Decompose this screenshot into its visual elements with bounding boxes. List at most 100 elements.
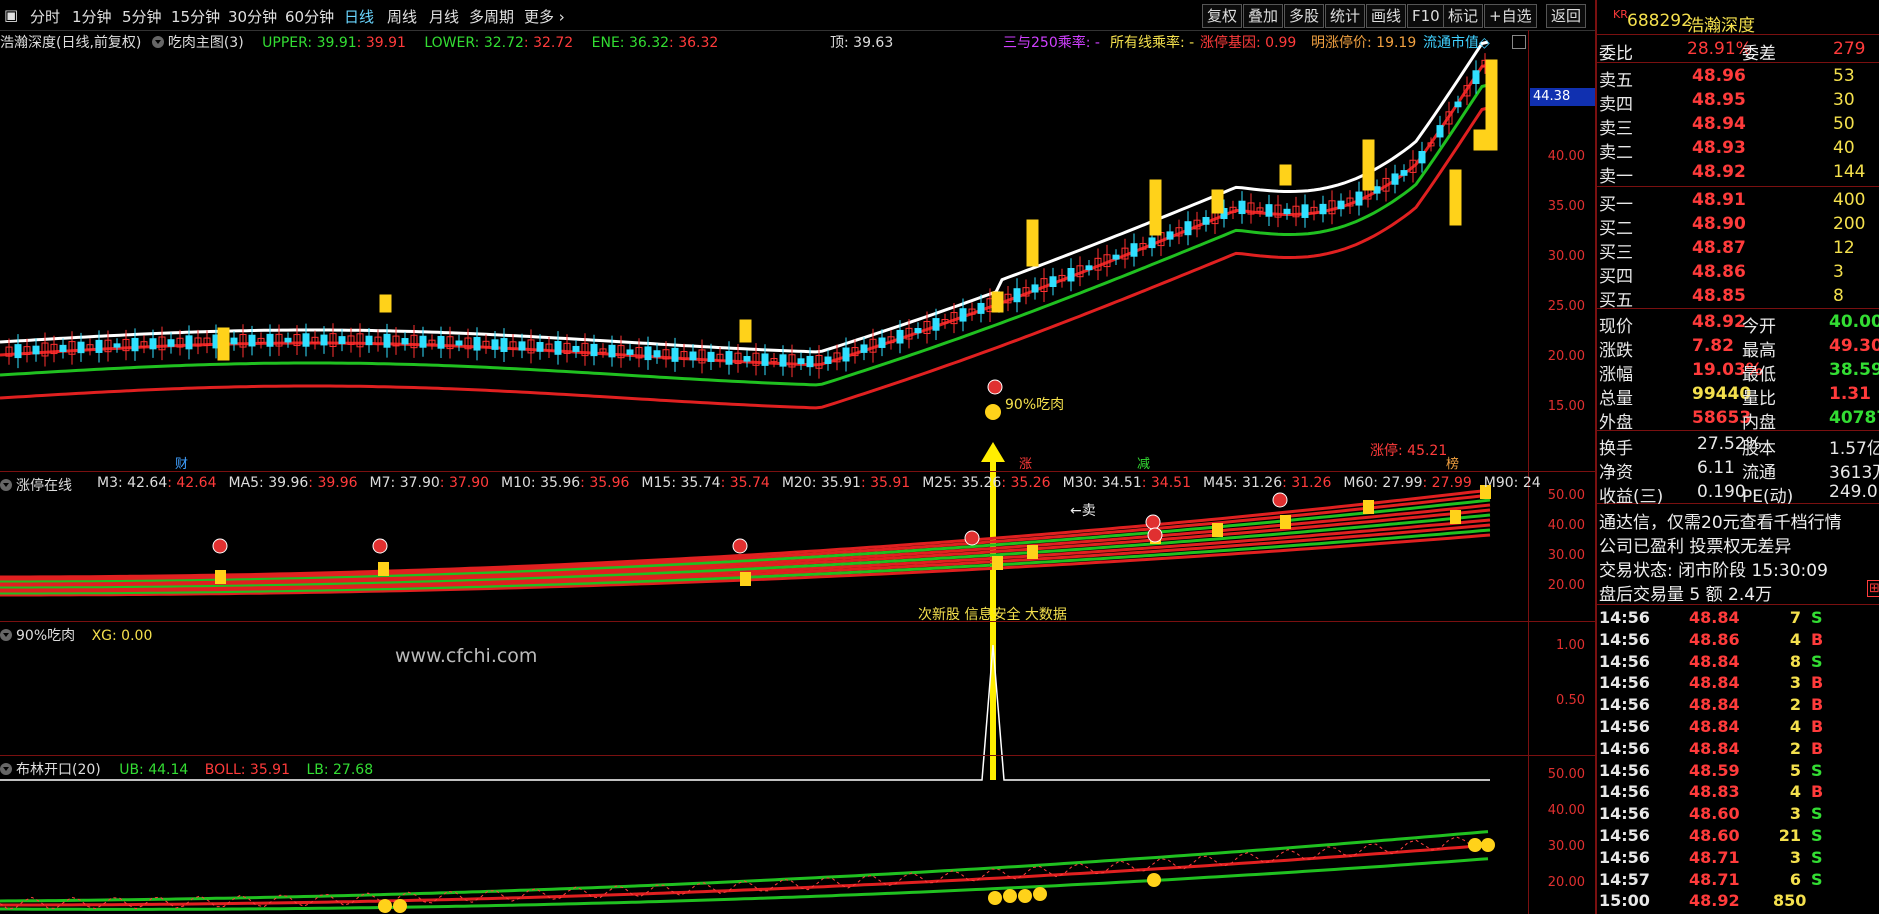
chart-canvas[interactable] bbox=[0, 30, 1595, 914]
tab-weekly[interactable]: 周线 bbox=[387, 6, 417, 27]
y-tick: 20.00 bbox=[1547, 578, 1585, 593]
tick-time: 14:56 bbox=[1599, 760, 1650, 780]
multi-stock-button[interactable]: 多股 bbox=[1284, 4, 1325, 28]
tick-row[interactable]: 14:56 48.84 8 S bbox=[1597, 651, 1879, 673]
y-tick: 1.00 bbox=[1556, 638, 1585, 653]
tick-price: 48.71 bbox=[1689, 869, 1740, 889]
bid-row[interactable]: 买二 48.90 200 bbox=[1597, 212, 1879, 239]
add-favorite-button[interactable]: +自选 bbox=[1484, 4, 1537, 28]
bid-price: 48.86 bbox=[1692, 262, 1746, 282]
tab-30min[interactable]: 30分钟 bbox=[228, 6, 277, 27]
stock-header: KR 688292 浩瀚深度 bbox=[1597, 6, 1879, 36]
tick-row[interactable]: 14:56 48.60 3 S bbox=[1597, 803, 1879, 825]
ask-row[interactable]: 卖一 48.92 144 bbox=[1597, 160, 1879, 187]
bid-row[interactable]: 买四 48.86 3 bbox=[1597, 260, 1879, 287]
candle-body bbox=[1283, 208, 1291, 215]
tick-row[interactable]: 14:56 48.60 21 S bbox=[1597, 825, 1879, 847]
stat-value: 0.190 bbox=[1697, 482, 1746, 502]
tick-row[interactable]: 14:56 48.84 4 B bbox=[1597, 716, 1879, 738]
tick-row[interactable]: 14:57 48.71 6 S bbox=[1597, 869, 1879, 891]
limit-up-candle bbox=[1485, 59, 1498, 151]
tick-time: 14:56 bbox=[1599, 782, 1650, 802]
panel-divider bbox=[0, 621, 1595, 622]
candle-body bbox=[95, 339, 103, 353]
collapse-icon[interactable] bbox=[1512, 35, 1526, 49]
tab-more[interactable]: 更多 › bbox=[524, 6, 565, 27]
chart-area[interactable]: 浩瀚深度(日线,前复权) 吃肉主图(3) UPPER: 39.91: 39.91… bbox=[0, 30, 1596, 914]
adjust-button[interactable]: 复权 bbox=[1202, 4, 1243, 28]
ma-value: : 37.90 bbox=[439, 475, 490, 491]
separator bbox=[1597, 186, 1879, 187]
indicator-name[interactable]: 吃肉主图(3) bbox=[168, 35, 244, 51]
tick-row[interactable]: 14:56 48.84 2 B bbox=[1597, 738, 1879, 760]
bid-row[interactable]: 买三 48.87 12 bbox=[1597, 236, 1879, 263]
notice-row[interactable]: 通达信，仅需20元查看千档行情 bbox=[1597, 506, 1879, 533]
tab-multi-period[interactable]: 多周期 bbox=[469, 6, 514, 27]
dropdown-icon[interactable] bbox=[0, 479, 12, 491]
dropdown-icon[interactable] bbox=[0, 629, 12, 641]
main-legend: 浩瀚深度(日线,前复权) 吃肉主图(3) UPPER: 39.91: 39.91… bbox=[0, 32, 718, 52]
dropdown-icon[interactable] bbox=[151, 36, 164, 48]
tab-15min[interactable]: 15分钟 bbox=[171, 6, 220, 27]
candle-body bbox=[1454, 101, 1462, 108]
window-icon[interactable]: ▣ bbox=[4, 6, 18, 24]
tick-row[interactable]: 14:56 48.84 2 B bbox=[1597, 694, 1879, 716]
tick-row[interactable]: 15:00 48.92 850 bbox=[1597, 890, 1879, 912]
smiley-icon bbox=[985, 404, 1001, 420]
stat-value: 1.31 bbox=[1829, 384, 1871, 404]
tick-row[interactable]: 14:56 48.83 4 B bbox=[1597, 781, 1879, 803]
ask-row[interactable]: 卖四 48.95 30 bbox=[1597, 88, 1879, 115]
candle-body bbox=[626, 349, 634, 355]
ask-row[interactable]: 卖五 48.96 53 bbox=[1597, 64, 1879, 91]
tab-daily[interactable]: 日线 bbox=[344, 6, 374, 27]
overlay-button[interactable]: 叠加 bbox=[1243, 4, 1284, 28]
y-tick: 40.00 bbox=[1547, 803, 1585, 818]
tick-row[interactable]: 14:56 48.86 4 B bbox=[1597, 629, 1879, 651]
tick-row[interactable]: 14:56 48.71 3 S bbox=[1597, 847, 1879, 869]
marker-zhang: 涨 bbox=[1019, 457, 1033, 472]
ma-label: M30: 34.51 bbox=[1062, 475, 1142, 491]
bid-row[interactable]: 买五 48.85 8 bbox=[1597, 284, 1879, 311]
ma-value: : 42.64 bbox=[167, 475, 217, 491]
tab-1min[interactable]: 1分钟 bbox=[72, 6, 112, 27]
boll-lower-line bbox=[0, 857, 1489, 911]
draw-line-button[interactable]: 画线 bbox=[1366, 4, 1407, 28]
candle-body bbox=[284, 337, 292, 343]
y-tick: 40.00 bbox=[1547, 518, 1585, 533]
tick-row[interactable]: 14:56 48.84 7 S bbox=[1597, 607, 1879, 629]
candle-body bbox=[878, 337, 886, 348]
tab-fenshi[interactable]: 分时 bbox=[30, 6, 60, 27]
ask-row[interactable]: 卖三 48.94 50 bbox=[1597, 112, 1879, 139]
boll-value: BOLL: 35.91 bbox=[204, 762, 290, 778]
tab-60min[interactable]: 60分钟 bbox=[285, 6, 334, 27]
candle-body bbox=[689, 351, 697, 361]
weicha-value: 279 bbox=[1833, 39, 1866, 59]
stats-button[interactable]: 统计 bbox=[1325, 4, 1366, 28]
signal-ball bbox=[1145, 514, 1161, 530]
tick-volume: 850 bbox=[1773, 891, 1807, 911]
bid-row[interactable]: 买一 48.91 400 bbox=[1597, 188, 1879, 215]
tick-row[interactable]: 14:56 48.59 5 S bbox=[1597, 760, 1879, 782]
news-label: 次新股 信息安全 大数据 bbox=[918, 607, 1067, 623]
all-line-ratio: 所有线乘率: - bbox=[1110, 35, 1195, 51]
limit-up-candle bbox=[739, 319, 752, 343]
mark-button[interactable]: 标记 bbox=[1443, 4, 1484, 28]
back-button[interactable]: 返回 bbox=[1546, 4, 1587, 28]
marker-jian: 减 bbox=[1137, 457, 1151, 472]
ask-row[interactable]: 卖二 48.93 40 bbox=[1597, 136, 1879, 163]
tab-5min[interactable]: 5分钟 bbox=[122, 6, 162, 27]
tick-volume: 4 bbox=[1789, 629, 1801, 649]
candle-body bbox=[1400, 170, 1408, 176]
expand-icon[interactable]: ⊞ bbox=[1867, 580, 1879, 597]
stock-name: 浩瀚深度 bbox=[1687, 16, 1755, 36]
dropdown-icon[interactable] bbox=[0, 763, 12, 775]
limit-up-candle bbox=[1026, 219, 1039, 267]
stat-label: 收益(三) bbox=[1599, 487, 1664, 507]
tick-row[interactable]: 14:56 48.84 3 B bbox=[1597, 672, 1879, 694]
tab-monthly[interactable]: 月线 bbox=[429, 6, 459, 27]
candle-body bbox=[1472, 70, 1480, 84]
candle-body bbox=[1319, 203, 1327, 215]
f10-button[interactable]: F10 bbox=[1407, 4, 1445, 28]
price-tag: 44.38 bbox=[1530, 88, 1596, 106]
stat-row: 收益(三) 0.190 PE(动) 249.0 bbox=[1597, 480, 1879, 507]
